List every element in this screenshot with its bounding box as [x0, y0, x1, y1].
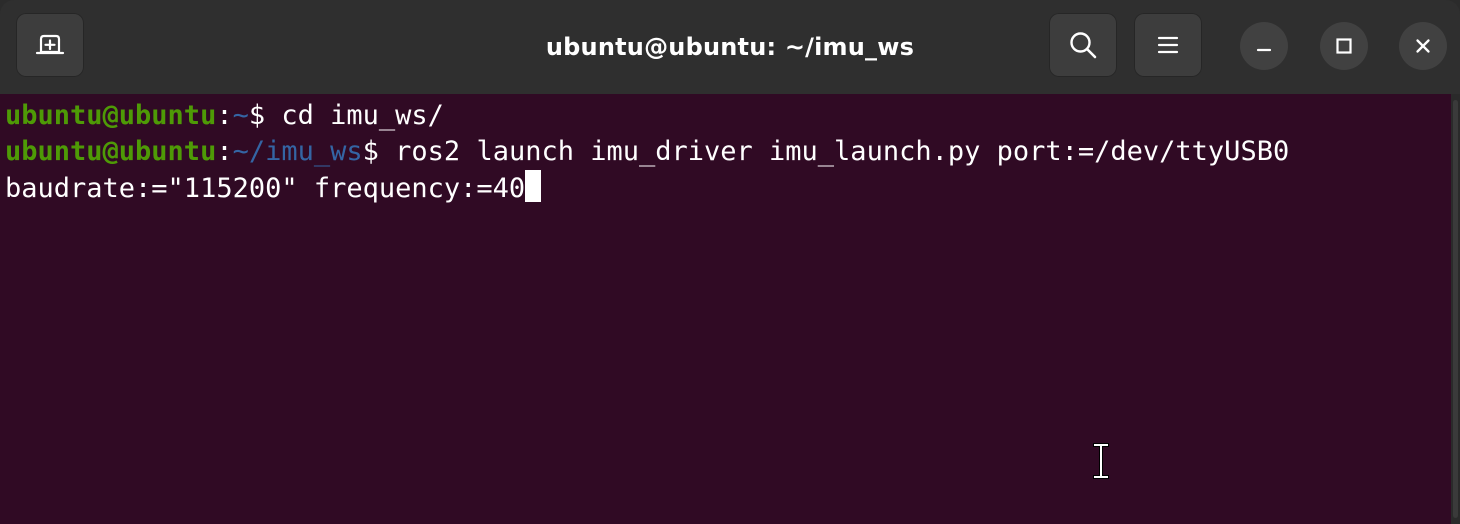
prompt-path: ~: [232, 100, 249, 131]
maximize-icon: [1336, 38, 1352, 54]
new-tab-icon: [35, 34, 65, 55]
prompt-colon: :: [216, 136, 233, 167]
title-bar[interactable]: ubuntu@ubuntu: ~/imu_ws: [0, 0, 1460, 94]
terminal-window: ubuntu@ubuntu: ~/imu_ws ubuntu@ubuntu:~$…: [0, 0, 1460, 524]
maximize-button[interactable]: [1320, 22, 1368, 70]
search-button[interactable]: [1049, 13, 1117, 77]
menu-button[interactable]: [1134, 13, 1202, 77]
scrollbar-thumb[interactable]: [1453, 100, 1458, 518]
hamburger-menu-icon: [1157, 36, 1179, 54]
window-title: ubuntu@ubuntu: ~/imu_ws: [545, 33, 915, 61]
scrollbar[interactable]: [1451, 94, 1460, 524]
minimize-button[interactable]: [1240, 22, 1288, 70]
prompt-path: ~/imu_ws: [232, 136, 363, 167]
prompt-symbol: $: [248, 100, 266, 131]
prompt-user: ubuntu@ubuntu: [5, 100, 217, 131]
close-icon: [1416, 39, 1430, 53]
prompt-user: ubuntu@ubuntu: [5, 136, 217, 167]
terminal-output[interactable]: ubuntu@ubuntu:~$ cd imu_ws/ ubuntu@ubunt…: [0, 94, 1451, 524]
command-continuation: baudrate:="115200" frequency:=40: [5, 173, 526, 204]
command-text: cd imu_ws/: [265, 100, 444, 131]
ibeam-cursor-icon: [1093, 443, 1109, 479]
text-cursor: [525, 170, 542, 202]
terminal-line: ubuntu@ubuntu:~/imu_ws$ ros2 launch imu_…: [5, 134, 1289, 170]
minimize-icon: [1256, 48, 1272, 52]
command-text: ros2 launch imu_driver imu_launch.py por…: [378, 136, 1290, 167]
terminal-line: ubuntu@ubuntu:~$ cd imu_ws/: [5, 98, 444, 134]
close-button[interactable]: [1399, 22, 1447, 70]
prompt-symbol: $: [362, 136, 379, 167]
search-icon: [1070, 32, 1097, 59]
prompt-colon: :: [216, 100, 233, 131]
terminal-line: baudrate:="115200" frequency:=40: [5, 170, 542, 206]
new-tab-button[interactable]: [16, 13, 84, 77]
